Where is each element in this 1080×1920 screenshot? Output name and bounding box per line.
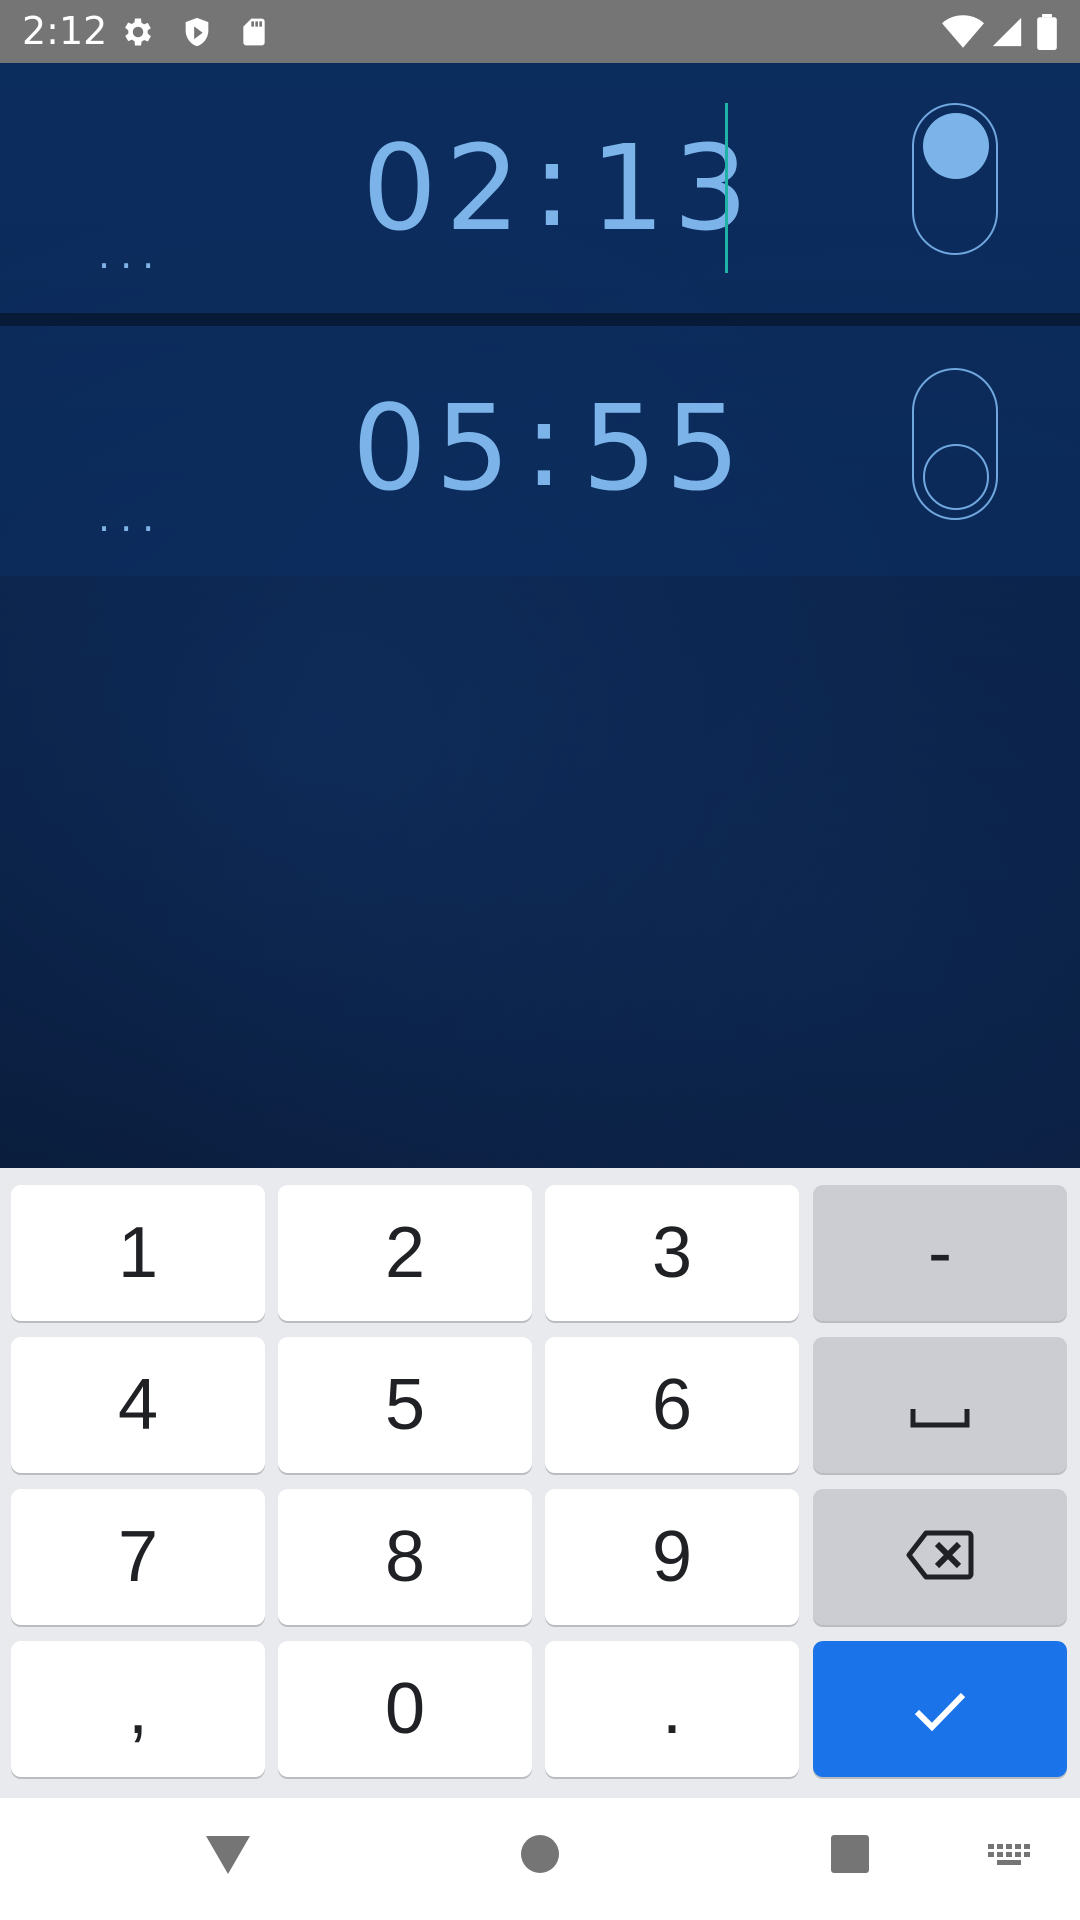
alarm-list: ... 02 : 13 ... 05 : 55 bbox=[0, 63, 1080, 1168]
recents-icon[interactable] bbox=[830, 1834, 870, 1879]
key-comma[interactable]: , bbox=[11, 1641, 265, 1777]
more-options-button[interactable]: ... bbox=[98, 233, 164, 277]
key-5[interactable]: 5 bbox=[278, 1337, 532, 1473]
space-key[interactable] bbox=[813, 1337, 1067, 1473]
key-9[interactable]: 9 bbox=[545, 1489, 799, 1625]
alarm-minutes: 55 bbox=[582, 379, 749, 517]
status-time: 2:12 bbox=[22, 9, 108, 53]
status-bar: 2:12 bbox=[0, 0, 1080, 63]
alarm-toggle[interactable] bbox=[912, 103, 998, 255]
divider bbox=[0, 313, 1080, 326]
alarm-item[interactable]: ... 05 : 55 bbox=[0, 326, 1080, 576]
battery-icon bbox=[1036, 14, 1058, 55]
key-2[interactable]: 2 bbox=[278, 1185, 532, 1321]
keyboard-switch-icon[interactable] bbox=[988, 1844, 1030, 1875]
backspace-icon bbox=[906, 1516, 974, 1598]
home-icon[interactable] bbox=[520, 1834, 560, 1879]
wifi-icon bbox=[942, 14, 984, 55]
shield-icon bbox=[180, 14, 214, 55]
numeric-keyboard: 1 2 3 - 4 5 6 7 8 9 , 0 . bbox=[0, 1168, 1080, 1798]
done-key[interactable] bbox=[813, 1641, 1067, 1777]
back-icon[interactable] bbox=[204, 1834, 252, 1881]
key-3[interactable]: 3 bbox=[545, 1185, 799, 1321]
key-minus[interactable]: - bbox=[813, 1185, 1067, 1321]
text-cursor bbox=[725, 103, 728, 273]
time-separator: : bbox=[532, 115, 580, 253]
alarm-hours: 02 bbox=[362, 119, 529, 257]
key-4[interactable]: 4 bbox=[11, 1337, 265, 1473]
toggle-knob bbox=[923, 444, 989, 510]
key-8[interactable]: 8 bbox=[278, 1489, 532, 1625]
alarm-item[interactable]: ... 02 : 13 bbox=[0, 63, 1080, 313]
signal-icon bbox=[990, 14, 1024, 55]
key-0[interactable]: 0 bbox=[278, 1641, 532, 1777]
alarm-minutes: 13 bbox=[590, 119, 757, 257]
key-1[interactable]: 1 bbox=[11, 1185, 265, 1321]
settings-icon bbox=[120, 14, 156, 55]
space-icon bbox=[910, 1364, 970, 1446]
checkmark-icon bbox=[912, 1668, 968, 1750]
sd-card-icon bbox=[238, 14, 270, 55]
more-options-button[interactable]: ... bbox=[98, 496, 164, 540]
navigation-bar bbox=[0, 1798, 1080, 1920]
alarm-toggle[interactable] bbox=[912, 368, 998, 520]
key-6[interactable]: 6 bbox=[545, 1337, 799, 1473]
time-separator: : bbox=[524, 375, 572, 513]
alarm-hours: 05 bbox=[352, 379, 519, 517]
key-7[interactable]: 7 bbox=[11, 1489, 265, 1625]
toggle-knob bbox=[923, 113, 989, 179]
backspace-key[interactable] bbox=[813, 1489, 1067, 1625]
key-period[interactable]: . bbox=[545, 1641, 799, 1777]
